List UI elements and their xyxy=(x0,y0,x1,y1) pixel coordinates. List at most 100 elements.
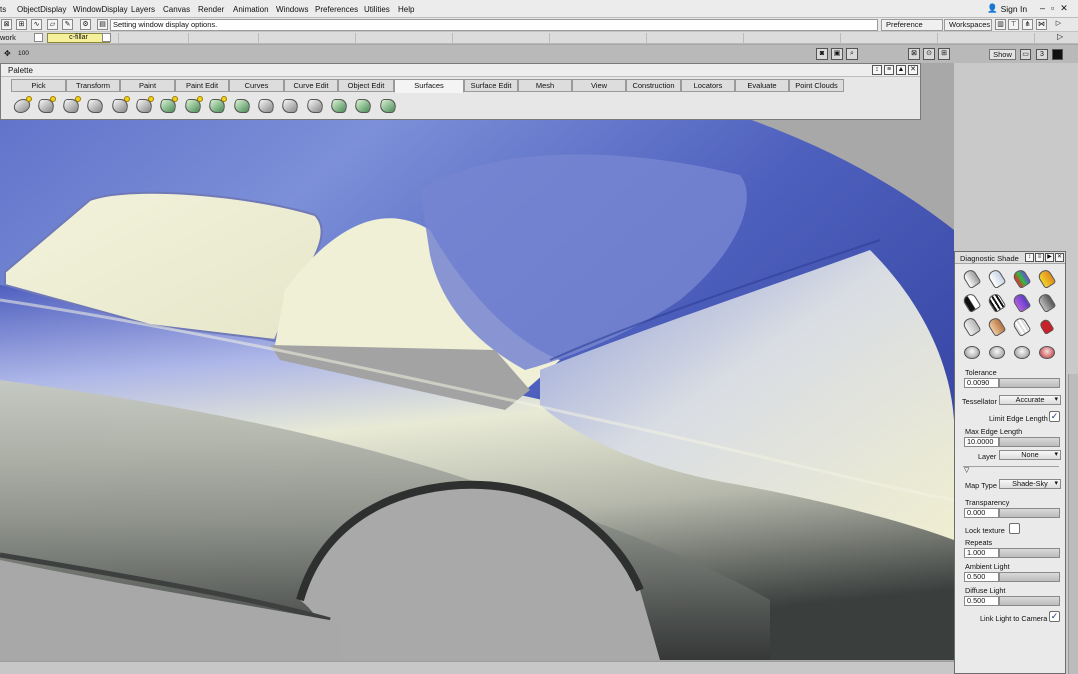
diagnostic-shade-titlebar[interactable]: Diagnostic Shade ↕ ≡ ▶ ✕ xyxy=(955,252,1065,264)
msdrape-icon[interactable] xyxy=(182,95,205,117)
multi-color-icon[interactable] xyxy=(986,267,1007,290)
black-swatch-icon[interactable] xyxy=(1052,49,1063,60)
show-button[interactable]: Show xyxy=(989,49,1016,60)
extrude-icon[interactable] xyxy=(206,95,229,117)
texture-icon[interactable] xyxy=(1011,315,1032,338)
tab-point-clouds[interactable]: Point Clouds xyxy=(789,79,844,92)
gaussian-icon[interactable] xyxy=(1036,267,1057,290)
transparency-field[interactable]: 0.000 xyxy=(964,508,999,518)
network-icon[interactable]: ⋔ xyxy=(1022,19,1033,30)
tab-evaluate[interactable]: Evaluate xyxy=(735,79,789,92)
hierarchy-view-icon[interactable]: ⊤ xyxy=(1008,19,1019,30)
max-edge-length-slider[interactable] xyxy=(999,437,1060,447)
collapse-section-icon[interactable]: ▽ xyxy=(964,466,969,474)
repeats-field[interactable]: 1.000 xyxy=(964,548,999,558)
display-off-2-icon[interactable] xyxy=(987,342,1007,362)
boundary-icon[interactable] xyxy=(133,95,156,117)
transparency-slider[interactable] xyxy=(999,508,1060,518)
tolerance-slider[interactable] xyxy=(999,378,1060,388)
tube-flange-icon[interactable] xyxy=(231,95,254,117)
minimize-icon[interactable]: – xyxy=(1040,3,1045,14)
menu-item-windowdisplay[interactable]: WindowDisplay xyxy=(73,5,128,14)
display-off-3-icon[interactable] xyxy=(1012,342,1032,362)
map-type-dropdown[interactable]: Shade-Sky xyxy=(999,479,1061,489)
expand-right-icon[interactable]: ▷ xyxy=(1053,19,1064,30)
camera-icon[interactable]: ◙ xyxy=(816,48,828,60)
tab-surface-edit[interactable]: Surface Edit xyxy=(464,79,518,92)
grid-icon[interactable]: ⊞ xyxy=(938,48,950,60)
curvature-icon[interactable] xyxy=(1011,267,1032,290)
surface-icon[interactable]: ▱ xyxy=(47,19,58,30)
tessellator-dropdown[interactable]: Accurate xyxy=(999,395,1061,405)
console-icon[interactable]: ▤ xyxy=(97,19,108,30)
layer-work[interactable]: work xyxy=(0,33,16,42)
sign-in-button[interactable]: 👤 Sign In xyxy=(987,3,1027,14)
palette-collapse-icon[interactable]: ▲ xyxy=(896,65,906,75)
tab-paint-edit[interactable]: Paint Edit xyxy=(175,79,229,92)
menu-item-objectdisplay[interactable]: ObjectDisplay xyxy=(17,5,66,14)
ambient-light-slider[interactable] xyxy=(999,572,1060,582)
layout-icon[interactable]: ▥ xyxy=(995,19,1006,30)
hierarchy-icon[interactable]: ⊞ xyxy=(16,19,27,30)
ref-map-icon[interactable] xyxy=(961,315,982,338)
tab-paint[interactable]: Paint xyxy=(120,79,175,92)
rail-surface-icon[interactable] xyxy=(84,95,107,117)
tab-pick[interactable]: Pick xyxy=(11,79,66,92)
menu-item-windows[interactable]: Windows xyxy=(276,5,308,14)
zoom-icon[interactable]: ⌕ xyxy=(846,48,858,60)
max-edge-length-field[interactable]: 10.0000 xyxy=(964,437,999,447)
isophote-icon[interactable] xyxy=(961,291,982,314)
diffuse-light-slider[interactable] xyxy=(999,596,1060,606)
diag-play-icon[interactable]: ▶ xyxy=(1045,253,1054,262)
skin-icon[interactable] xyxy=(60,95,83,117)
revolve-icon[interactable] xyxy=(35,95,58,117)
modeling-viewport[interactable] xyxy=(0,63,954,661)
restore-icon[interactable]: ▫ xyxy=(1051,3,1054,14)
palette-list-icon[interactable]: ≡ xyxy=(884,65,894,75)
tab-mesh[interactable]: Mesh xyxy=(518,79,572,92)
layer-scroll-right-icon[interactable]: ▷ xyxy=(1057,32,1063,41)
pick-icon[interactable]: ⊠ xyxy=(1,19,12,30)
repeats-slider[interactable] xyxy=(999,548,1060,558)
tab-locators[interactable]: Locators xyxy=(681,79,735,92)
tab-curves[interactable]: Curves xyxy=(229,79,284,92)
diffuse-light-field[interactable]: 0.500 xyxy=(964,596,999,606)
display-refresh-icon[interactable] xyxy=(1037,342,1057,362)
maximize-view-icon[interactable]: ⊠ xyxy=(908,48,920,60)
palette-titlebar[interactable]: Palette ↕ ≡ ▲ ✕ xyxy=(1,64,920,77)
palette-close-icon[interactable]: ✕ xyxy=(908,65,918,75)
limit-edge-length-checkbox[interactable]: ✓ xyxy=(1049,411,1060,422)
menu-item-animation[interactable]: Animation xyxy=(233,5,269,14)
menu-item-layers[interactable]: Layers xyxy=(131,5,155,14)
settings-icon[interactable]: ⚙ xyxy=(80,19,91,30)
square-icon[interactable] xyxy=(157,95,180,117)
menu-item-utilities[interactable]: Utilities xyxy=(364,5,390,14)
tolerance-field[interactable]: 0.0090 xyxy=(964,378,999,388)
tab-curve-edit[interactable]: Curve Edit xyxy=(284,79,338,92)
layer-c-fillar[interactable]: c-fillar xyxy=(47,33,110,43)
horizontal-icon[interactable] xyxy=(1011,291,1032,314)
draft-icon[interactable] xyxy=(279,95,302,117)
ruled-surface-icon[interactable] xyxy=(255,95,278,117)
link-light-to-camera-checkbox[interactable]: ✓ xyxy=(1049,611,1060,622)
close-icon[interactable]: ✕ xyxy=(1060,3,1068,14)
layer-c-fillar-checkbox[interactable] xyxy=(102,33,111,42)
menu-item-render[interactable]: Render xyxy=(198,5,224,14)
primitive-sphere-icon[interactable] xyxy=(11,95,34,117)
workspaces-button[interactable]: Workspaces xyxy=(944,19,992,31)
window-tile-icon[interactable]: ▭ xyxy=(1020,49,1031,60)
tab-surfaces[interactable]: Surfaces xyxy=(394,79,464,93)
share-icon[interactable]: ⋈ xyxy=(1036,19,1047,30)
bottom-scrollbar[interactable] xyxy=(0,661,954,674)
preference-sets-button[interactable]: Preference Sets xyxy=(881,19,943,39)
display-off-1-icon[interactable] xyxy=(962,342,982,362)
tab-transform[interactable]: Transform xyxy=(66,79,120,92)
set-planar-icon[interactable] xyxy=(109,95,132,117)
offset-icon[interactable] xyxy=(328,95,351,117)
snapshot-icon[interactable]: ▣ xyxy=(831,48,843,60)
menu-item-help[interactable]: Help xyxy=(398,5,414,14)
curve-icon[interactable]: ∿ xyxy=(31,19,42,30)
tab-view[interactable]: View xyxy=(572,79,626,92)
freeform-fillet-icon[interactable] xyxy=(352,95,375,117)
perspective-icon[interactable]: ⊙ xyxy=(923,48,935,60)
